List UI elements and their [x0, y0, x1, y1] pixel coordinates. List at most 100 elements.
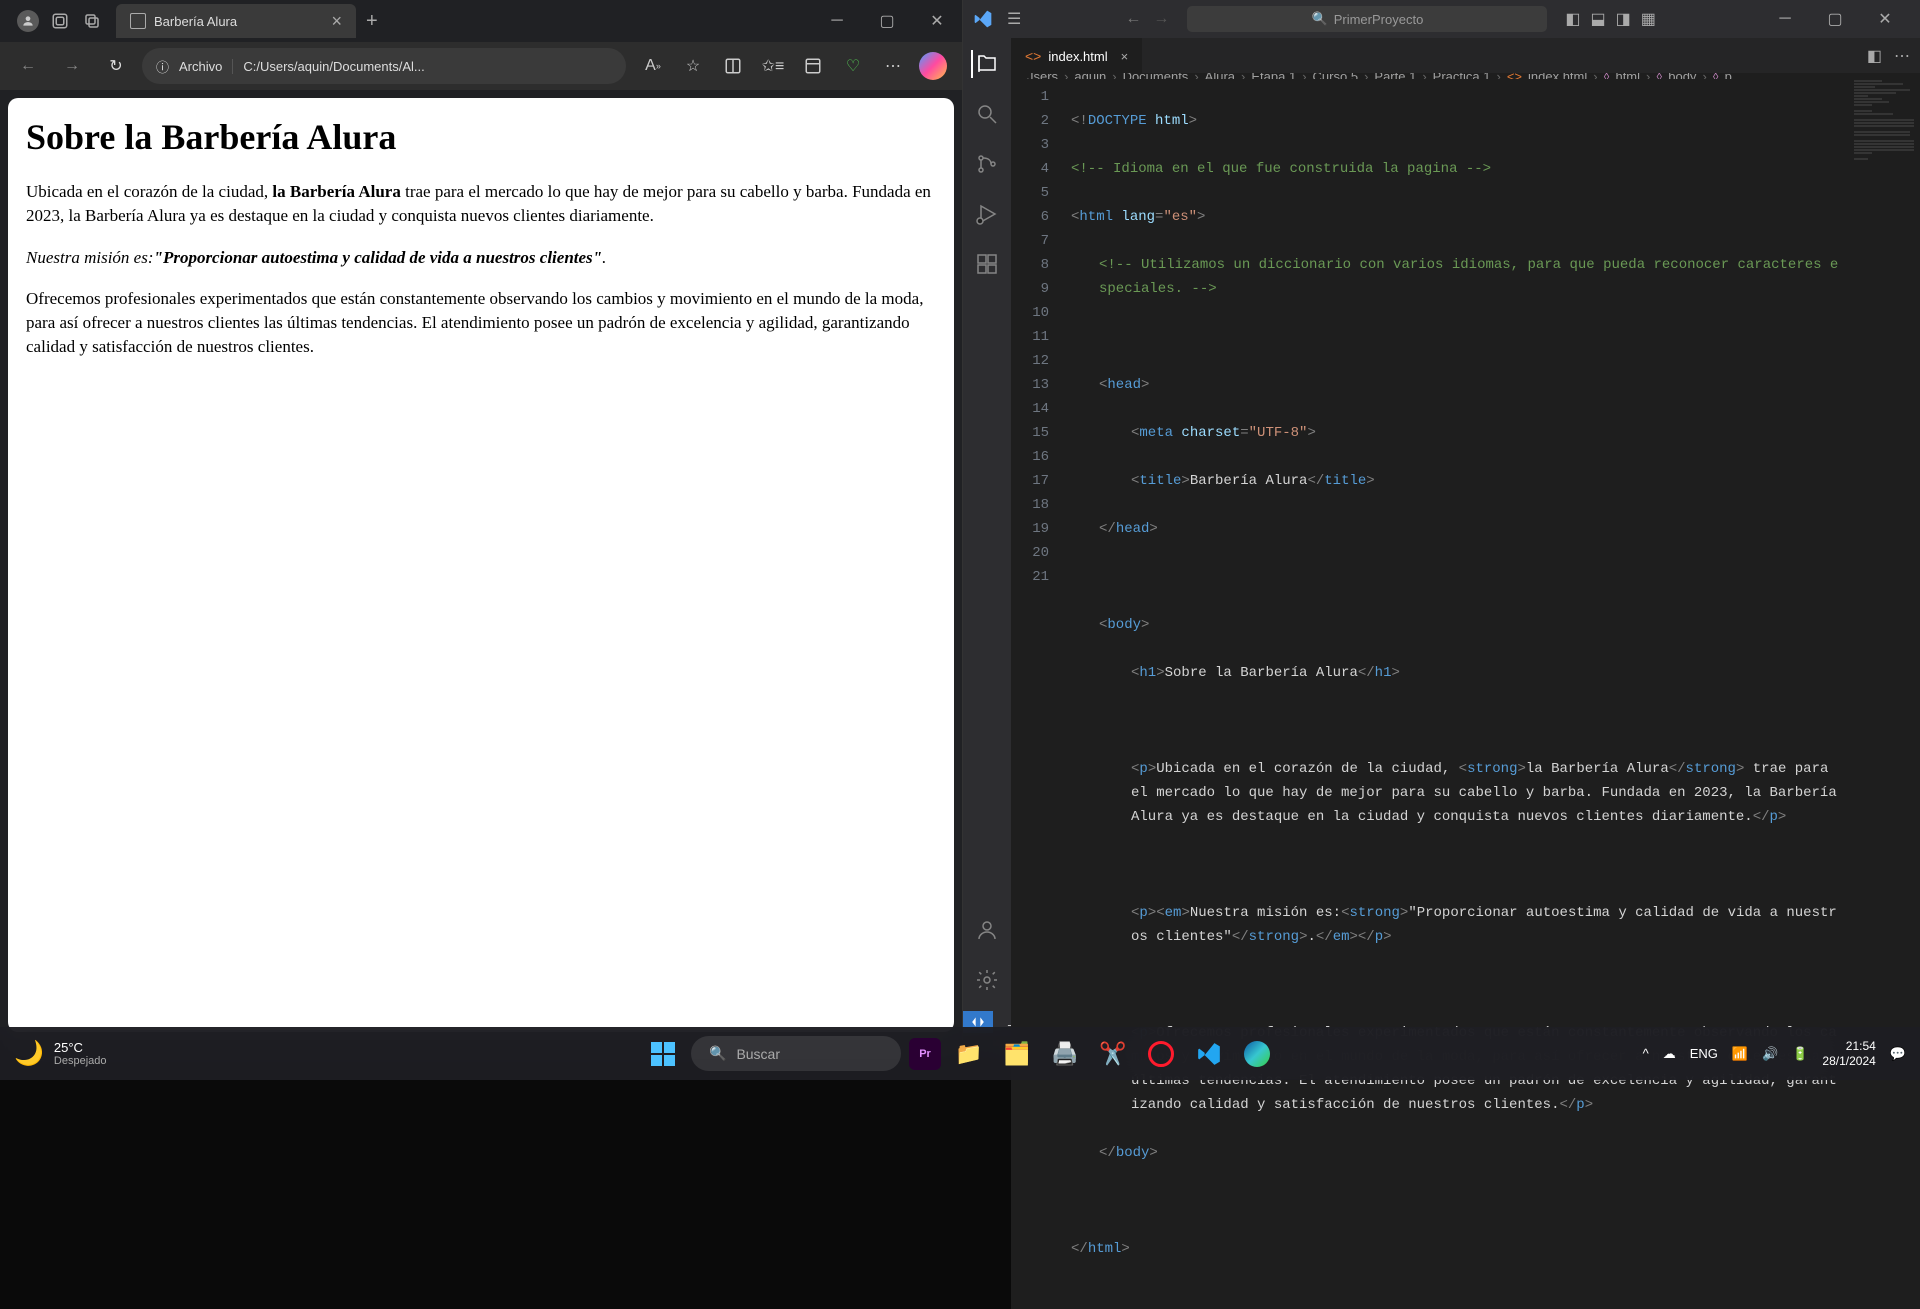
page-content: Sobre la Barbería Alura Ubicada en el co… [8, 98, 954, 1032]
performance-button[interactable]: ♡ [834, 47, 872, 85]
windows-taskbar: 🌙 25°C Despejado 🔍Buscar Pr 📁 🗂️ 🖨️ ✂️ ^… [0, 1027, 1920, 1080]
address-path: C:/Users/aquin/Documents/Al... [243, 59, 424, 74]
layout-grid-icon[interactable]: ▦ [1641, 9, 1656, 29]
battery-icon[interactable]: 🔋 [1792, 1046, 1808, 1062]
editor-more-icon[interactable]: ⋯ [1894, 46, 1910, 66]
browser-toolbar: ← → ↻ ⓘ Archivo C:/Users/aquin/Documents… [0, 42, 962, 90]
app-edge[interactable] [1237, 1034, 1277, 1074]
tab-filename: index.html [1048, 49, 1107, 64]
refresh-button[interactable]: ↻ [98, 48, 134, 84]
minimize-button[interactable]: ─ [812, 0, 862, 42]
activity-bar [963, 38, 1011, 1008]
nav-forward: → [1153, 10, 1169, 28]
nav-back[interactable]: ← [1125, 10, 1141, 28]
app-vscode[interactable] [1189, 1034, 1229, 1074]
explorer-icon[interactable] [971, 50, 1001, 78]
vscode-body: <> index.html × ◧ ⋯ Jsers› aquin› Docume… [963, 38, 1920, 1008]
split-button[interactable] [714, 47, 752, 85]
temperature: 25°C [54, 1040, 107, 1055]
search-icon: 🔍 [1312, 11, 1328, 27]
vsc-maximize-button[interactable]: ▢ [1810, 0, 1860, 40]
maximize-button[interactable]: ▢ [862, 0, 912, 42]
tab-close-icon[interactable]: × [1121, 49, 1129, 64]
layout-panel-icon[interactable]: ◧ [1565, 9, 1580, 29]
favorite-button[interactable]: ☆ [674, 47, 712, 85]
vsc-close-button[interactable]: ✕ [1860, 0, 1910, 40]
code-editor[interactable]: 123456789101112131415161718192021 <!DOCT… [1011, 79, 1920, 1309]
paragraph-1: Ubicada en el corazón de la ciudad, la B… [26, 180, 936, 228]
code-content[interactable]: <!DOCTYPE html> <!-- Idioma en el que fu… [1067, 79, 1920, 1309]
minimap[interactable] [1850, 79, 1920, 1309]
edge-browser-window: Barbería Alura × + ─ ▢ ✕ ← → ↻ ⓘ Archivo… [0, 0, 962, 1040]
workspaces-button[interactable] [44, 5, 76, 37]
notifications-button[interactable]: 💬 [1890, 1046, 1906, 1062]
system-tray: ^ ☁ ENG 📶 🔊 🔋 21:54 28/1/2024 💬 [1643, 1039, 1906, 1068]
vscode-window-controls: ─ ▢ ✕ [1760, 0, 1910, 40]
read-aloud-button[interactable]: A» [634, 47, 672, 85]
layout-bottom-icon[interactable]: ⬓ [1591, 9, 1606, 29]
editor-tab-index[interactable]: <> index.html × [1011, 38, 1142, 73]
run-debug-icon[interactable] [973, 200, 1001, 228]
wifi-icon[interactable]: 📶 [1732, 1046, 1748, 1062]
collections-button[interactable] [794, 47, 832, 85]
more-button[interactable]: ⋯ [874, 47, 912, 85]
browser-tab[interactable]: Barbería Alura × [116, 4, 356, 38]
new-tab-button[interactable]: + [366, 10, 378, 33]
vscode-logo-icon [973, 9, 993, 29]
info-icon[interactable]: ⓘ [156, 57, 169, 76]
address-bar[interactable]: ⓘ Archivo C:/Users/aquin/Documents/Al... [142, 48, 626, 84]
tab-actions-button[interactable] [76, 5, 108, 37]
html-file-icon: <> [1025, 48, 1041, 64]
clock[interactable]: 21:54 28/1/2024 [1822, 1039, 1875, 1068]
accounts-icon[interactable] [973, 916, 1001, 944]
editor-tabs: <> index.html × ◧ ⋯ [1011, 38, 1920, 73]
paragraph-2: Nuestra misión es:"Proporcionar autoesti… [26, 246, 936, 270]
profile-icon [17, 10, 39, 32]
app-snip[interactable]: ✂️ [1093, 1034, 1133, 1074]
layout-right-icon[interactable]: ◨ [1616, 9, 1631, 29]
vscode-window: ☰ ← → 🔍 PrimerProyecto ◧ ⬓ ◨ ▦ ─ ▢ ✕ [962, 0, 1920, 1040]
search-sidebar-icon[interactable] [973, 100, 1001, 128]
vscode-titlebar: ☰ ← → 🔍 PrimerProyecto ◧ ⬓ ◨ ▦ ─ ▢ ✕ [963, 0, 1920, 38]
toolbar-actions: A» ☆ ✩≡ ♡ ⋯ [634, 47, 952, 85]
layout-controls: ◧ ⬓ ◨ ▦ [1565, 9, 1656, 29]
tab-title: Barbería Alura [154, 14, 237, 29]
weather-widget[interactable]: 🌙 25°C Despejado [14, 1039, 106, 1068]
menu-button[interactable]: ☰ [1007, 9, 1021, 29]
app-premiere[interactable]: Pr [909, 1038, 941, 1070]
forward-button: → [54, 48, 90, 84]
profile-button[interactable] [12, 5, 44, 37]
close-button[interactable]: ✕ [912, 0, 962, 42]
command-center[interactable]: 🔍 PrimerProyecto [1187, 6, 1547, 32]
paragraph-3: Ofrecemos profesionales experimentados q… [26, 287, 936, 358]
taskbar-center: 🔍Buscar Pr 📁 🗂️ 🖨️ ✂️ [643, 1034, 1277, 1074]
favorites-list-button[interactable]: ✩≡ [754, 47, 792, 85]
source-control-icon[interactable] [973, 150, 1001, 178]
page-heading: Sobre la Barbería Alura [26, 116, 936, 158]
app-print[interactable]: 🖨️ [1045, 1034, 1085, 1074]
app-explorer[interactable]: 📁 [949, 1034, 989, 1074]
language-indicator[interactable]: ENG [1690, 1046, 1718, 1061]
tab-close-button[interactable]: × [331, 11, 342, 32]
vsc-minimize-button[interactable]: ─ [1760, 0, 1810, 40]
app-files[interactable]: 🗂️ [997, 1034, 1037, 1074]
extensions-icon[interactable] [973, 250, 1001, 278]
command-center-text: PrimerProyecto [1334, 12, 1424, 27]
window-controls: ─ ▢ ✕ [812, 0, 962, 42]
copilot-button[interactable] [914, 47, 952, 85]
taskbar-search[interactable]: 🔍Buscar [691, 1036, 901, 1071]
split-editor-icon[interactable]: ◧ [1867, 46, 1882, 66]
onedrive-icon[interactable]: ☁ [1663, 1046, 1676, 1062]
tray-chevron[interactable]: ^ [1643, 1046, 1649, 1061]
back-button[interactable]: ← [10, 48, 46, 84]
copilot-icon [919, 52, 947, 80]
settings-icon[interactable] [973, 966, 1001, 994]
app-opera[interactable] [1141, 1034, 1181, 1074]
nav-arrows: ← → [1125, 10, 1169, 28]
page-icon [130, 13, 146, 29]
address-protocol: Archivo [179, 59, 233, 74]
start-button[interactable] [643, 1034, 683, 1074]
volume-icon[interactable]: 🔊 [1762, 1046, 1778, 1062]
line-gutter: 123456789101112131415161718192021 [1011, 79, 1067, 1309]
moon-icon: 🌙 [14, 1039, 44, 1068]
